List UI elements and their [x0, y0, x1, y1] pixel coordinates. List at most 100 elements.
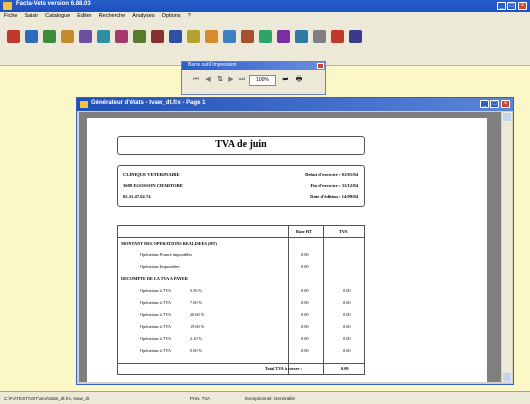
row-label: Opérations à TVA: [140, 324, 172, 329]
row-base: 0.00: [301, 252, 309, 257]
row-label: Opérations France imposables: [140, 252, 193, 257]
row-base: 0.00: [301, 300, 309, 305]
palette-close-button[interactable]: [317, 63, 324, 69]
print-icon[interactable]: [151, 30, 164, 43]
row-label: Opérations à TVA: [140, 312, 172, 317]
row-base: 0.00: [301, 348, 309, 353]
header-base: Base HT: [296, 229, 312, 234]
app-titlebar: Facta-Vets version 6.88.03 _ □ ×: [0, 0, 530, 12]
vat-table: Base HT TVA MONTANT DES OPERATIONS REALI…: [117, 225, 365, 375]
meta-label: Date d'édition :: [310, 194, 341, 199]
report-preview-window: Générateur d'états - tvaw_dt.frx - Page …: [76, 97, 514, 385]
row-rate: 20.60 %: [190, 312, 205, 317]
folder-icon[interactable]: [205, 30, 218, 43]
menu-editer[interactable]: Editer: [77, 13, 91, 19]
first-page-icon[interactable]: ⏮: [190, 74, 202, 85]
row-rate: 2.10 %: [190, 336, 203, 341]
row-tva: 0.00: [343, 312, 351, 317]
menu-help[interactable]: ?: [188, 13, 191, 19]
settings-icon[interactable]: [313, 30, 326, 43]
statusbar: C:\Fv\TEST\VET\ann\stats_dt.frx, tvaw_dt…: [0, 391, 530, 404]
catalogue-icon[interactable]: [61, 30, 74, 43]
scroll-up-icon[interactable]: [503, 113, 511, 121]
new-document-icon[interactable]: [7, 30, 20, 43]
print-toolbar-palette: Barre outil Impression ⏮ ◀ ⇅ ▶ ⏭ 100% ⮨ …: [181, 61, 326, 95]
menu-recherche[interactable]: Recherche: [99, 13, 126, 19]
report-minimize-button[interactable]: _: [480, 100, 489, 108]
row-base: 0.00: [301, 336, 309, 341]
pets-icon[interactable]: [241, 30, 254, 43]
total-label: Total TVA à verser :: [265, 366, 302, 371]
report-icon[interactable]: [133, 30, 146, 43]
row-label: Opérations Imposables: [140, 264, 180, 269]
meta-value: 14/09/04: [341, 194, 358, 199]
row-label: Opérations à TVA: [140, 336, 172, 341]
menu-fiche[interactable]: Fiche: [4, 13, 17, 19]
row-rate: 5.50 %: [190, 288, 203, 293]
menu-saisir[interactable]: Saisir: [24, 13, 38, 19]
palette-title: Barre outil Impression: [188, 62, 237, 68]
chart-icon[interactable]: [169, 30, 182, 43]
money-icon[interactable]: [187, 30, 200, 43]
invoice-icon[interactable]: [223, 30, 236, 43]
menu-analyses[interactable]: Analyses: [132, 13, 154, 19]
status-path: C:\Fv\TEST\VET\ann\stats_dt.frx, tvaw_dt: [4, 396, 90, 401]
prev-page-icon[interactable]: ◀: [202, 74, 214, 85]
last-page-icon[interactable]: ⏭: [236, 74, 248, 85]
clinic-address: 3609 EGOSSON CHARTORE: [123, 183, 183, 188]
minimize-button[interactable]: _: [497, 2, 506, 10]
calendar-icon[interactable]: [115, 30, 128, 43]
row-base: 0.00: [301, 324, 309, 329]
section-title: DECOMPTE DE LA TVA A PAYER: [121, 276, 188, 281]
menu-options[interactable]: Options: [162, 13, 181, 19]
report-window-icon: [80, 101, 88, 108]
row-rate: 19.60 %: [190, 324, 205, 329]
report-page: TVA de juin CLINIQUE VETERINAIRE 3609 EG…: [87, 118, 487, 382]
total-value: 0.00: [341, 366, 349, 371]
vaccine-icon[interactable]: [259, 30, 272, 43]
client-icon[interactable]: [43, 30, 56, 43]
exit-icon[interactable]: [349, 30, 362, 43]
header-tva: TVA: [339, 229, 348, 234]
status-message: Exceptionnel: Genéralité: [245, 396, 296, 401]
report-title-box: TVA de juin: [117, 136, 365, 155]
scroll-down-icon[interactable]: [503, 373, 511, 381]
app-icon: [3, 2, 12, 10]
stock-icon[interactable]: [97, 30, 110, 43]
report-info-box: CLINIQUE VETERINAIRE 3609 EGOSSON CHARTO…: [117, 165, 365, 207]
print-icon[interactable]: 🖶: [293, 74, 305, 85]
mail-icon[interactable]: [277, 30, 290, 43]
main-toolbar: [0, 23, 530, 66]
report-maximize-button[interactable]: □: [490, 100, 499, 108]
report-close-button[interactable]: ×: [501, 100, 510, 108]
row-base: 0.00: [301, 288, 309, 293]
help-icon[interactable]: [331, 30, 344, 43]
zoom-select[interactable]: 100%: [249, 75, 276, 86]
close-button[interactable]: ×: [518, 2, 527, 10]
phone-icon[interactable]: [295, 30, 308, 43]
maximize-button[interactable]: □: [507, 2, 516, 10]
app-title: Facta-Vets version 6.88.03: [16, 1, 91, 7]
search-icon[interactable]: [79, 30, 92, 43]
menu-catalogue[interactable]: Catalogue: [45, 13, 70, 19]
close-preview-icon[interactable]: ⮨: [279, 74, 291, 85]
report-title: TVA de juin: [215, 139, 267, 150]
meta-value: 31/12/04: [341, 183, 358, 188]
row-tva: 0.00: [343, 300, 351, 305]
report-window-title: Générateur d'états - tvaw_dt.frx - Page …: [91, 100, 206, 106]
meta-label: Debut d'exercice :: [305, 172, 341, 177]
section-title: MONTANT DES OPERATIONS REALISEES (HT): [121, 241, 217, 246]
row-label: Opérations à TVA: [140, 348, 172, 353]
report-vertical-scrollbar[interactable]: [502, 112, 512, 382]
row-tva: 0.00: [343, 348, 351, 353]
row-label: Opérations à TVA: [140, 300, 172, 305]
row-rate: 0.00 %: [190, 348, 203, 353]
row-tva: 0.00: [343, 324, 351, 329]
clinic-phone: 02.31.47.62.74: [123, 194, 151, 199]
edit-icon[interactable]: [25, 30, 38, 43]
row-rate: 7.00 %: [190, 300, 203, 305]
row-tva: 0.00: [343, 336, 351, 341]
meta-value: 01/01/04: [341, 172, 358, 177]
row-base: 0.00: [301, 264, 309, 269]
clinic-name: CLINIQUE VETERINAIRE: [123, 172, 180, 177]
